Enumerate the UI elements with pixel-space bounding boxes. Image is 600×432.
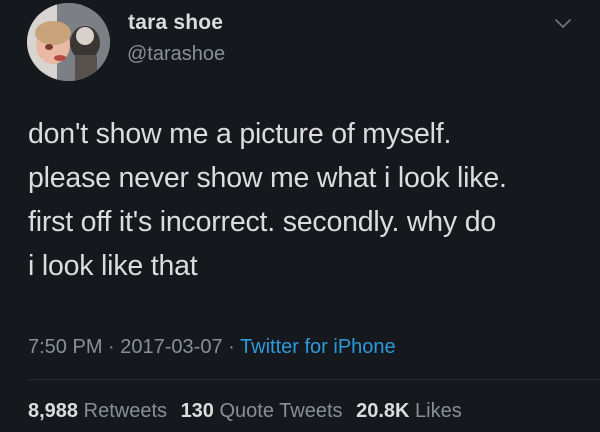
tweet-source-link[interactable]: Twitter for iPhone <box>240 336 396 358</box>
quote-tweets-label: Quote Tweets <box>219 400 343 422</box>
chevron-down-icon[interactable] <box>553 16 573 30</box>
retweets-count: 8,988 <box>28 400 79 422</box>
tweet-time[interactable]: 7:50 PM <box>28 336 102 358</box>
retweets-label: Retweets <box>83 400 167 422</box>
quote-tweets-stat[interactable]: 130 Quote Tweets <box>181 400 343 422</box>
avatar[interactable] <box>27 3 110 81</box>
display-name[interactable]: tara shoe <box>128 11 223 35</box>
meta-separator: · <box>228 336 235 358</box>
tweet-date[interactable]: 2017-03-07 <box>120 336 222 358</box>
avatar-photo <box>27 3 110 81</box>
meta-separator: · <box>108 336 115 358</box>
tweet-text: don't show me a picture of myself. pleas… <box>28 112 588 288</box>
tweet-stats: 8,988 Retweets 130 Quote Tweets 20.8K Li… <box>28 400 462 423</box>
tweet-text-line: i look like that <box>28 250 198 282</box>
likes-count: 20.8K <box>356 400 410 422</box>
tweet-card: tara shoe @tarashoe don't show me a pict… <box>0 0 600 432</box>
tweet-meta: 7:50 PM · 2017-03-07 · Twitter for iPhon… <box>28 336 396 359</box>
likes-label: Likes <box>415 400 462 422</box>
user-handle[interactable]: @tarashoe <box>127 43 225 66</box>
likes-stat[interactable]: 20.8K Likes <box>356 400 462 422</box>
tweet-text-line: first off it's incorrect. secondly. why … <box>28 206 497 238</box>
quote-tweets-count: 130 <box>180 400 214 422</box>
divider <box>28 379 600 380</box>
tweet-text-line: don't show me a picture of myself. <box>28 118 452 150</box>
tweet-text-line: please never show me what i look like. <box>28 162 507 194</box>
retweets-stat[interactable]: 8,988 Retweets <box>28 400 167 422</box>
